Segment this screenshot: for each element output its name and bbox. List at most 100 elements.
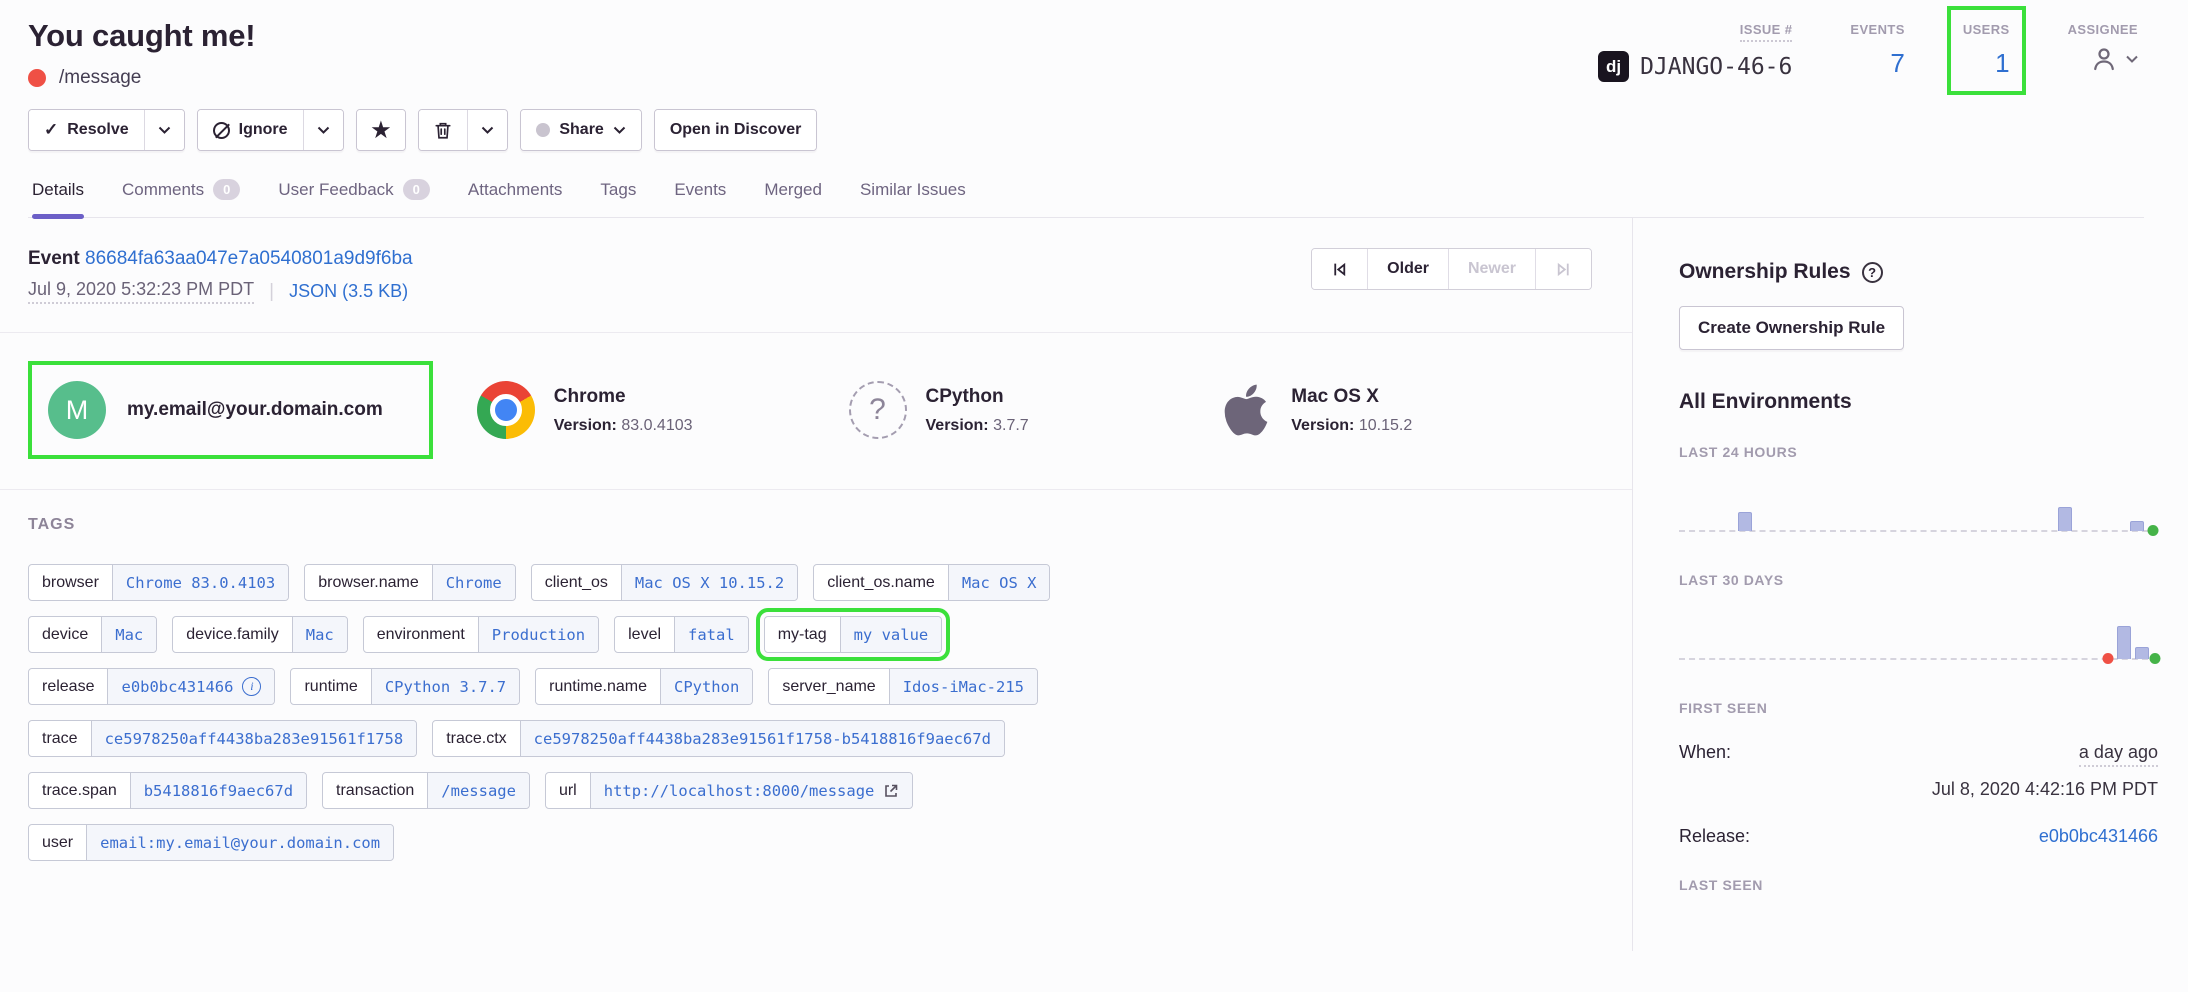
- open-in-discover-button[interactable]: Open in Discover: [655, 110, 817, 150]
- comments-count-badge: 0: [213, 179, 240, 200]
- first-seen-release-link[interactable]: e0b0bc431466: [2039, 826, 2158, 847]
- tab-merged[interactable]: Merged: [764, 179, 822, 217]
- tag-value-link[interactable]: Idos-iMac-215: [889, 669, 1037, 704]
- context-card-browser: Chrome Version: 83.0.4103: [477, 381, 849, 439]
- info-icon[interactable]: i: [242, 677, 261, 696]
- tag-value-link[interactable]: CPython: [660, 669, 752, 704]
- environments-heading: All Environments: [1679, 390, 2158, 414]
- tag-key: browser.name: [305, 565, 432, 600]
- check-icon: ✓: [44, 120, 58, 140]
- tag-value-link[interactable]: ce5978250aff4438ba283e91561f1758: [91, 721, 417, 756]
- django-project-icon: dj: [1598, 51, 1629, 82]
- external-link-icon[interactable]: [883, 783, 899, 799]
- tag-pill-device-family: device.family Mac: [172, 616, 347, 653]
- tab-similar-issues[interactable]: Similar Issues: [860, 179, 966, 217]
- last-30-days-label: LAST 30 DAYS: [1679, 572, 2158, 588]
- share-status-dot-icon: [536, 123, 550, 137]
- tag-key: release: [29, 669, 107, 704]
- tag-value-link[interactable]: email:my.email@your.domain.com: [86, 825, 393, 860]
- bookmark-button[interactable]: ★: [357, 110, 406, 150]
- tag-pill-client-os-name: client_os.name Mac OS X: [813, 564, 1050, 601]
- version-label: Version:: [554, 417, 617, 434]
- tab-events[interactable]: Events: [674, 179, 726, 217]
- version-label: Version:: [926, 417, 989, 434]
- browser-name: Chrome: [554, 386, 693, 408]
- resolve-button[interactable]: ✓ Resolve: [29, 110, 144, 150]
- tab-attachments[interactable]: Attachments: [468, 179, 563, 217]
- tag-pill-transaction: transaction /message: [322, 772, 530, 809]
- issue-tabs: Details Comments 0 User Feedback 0 Attac…: [28, 179, 2144, 218]
- resolve-dropdown-button[interactable]: [144, 110, 184, 150]
- tag-key: url: [546, 773, 590, 808]
- version-label: Version:: [1291, 417, 1354, 434]
- event-json-link[interactable]: JSON (3.5 KB): [289, 281, 408, 302]
- tag-value-link[interactable]: Mac: [101, 617, 156, 652]
- ignore-button[interactable]: Ignore: [198, 110, 303, 150]
- share-button[interactable]: Share: [521, 110, 640, 150]
- first-seen-absolute-time: Jul 8, 2020 4:42:16 PM PDT: [1679, 779, 2158, 800]
- tag-value-link[interactable]: fatal: [674, 617, 748, 652]
- stat-assignee: ASSIGNEE: [2068, 22, 2138, 74]
- tag-value-link[interactable]: CPython 3.7.7: [371, 669, 519, 704]
- unknown-runtime-icon: ?: [849, 381, 907, 439]
- tag-pill-trace: trace ce5978250aff4438ba283e91561f1758: [28, 720, 417, 757]
- tag-value-link[interactable]: e0b0bc431466 i: [107, 669, 274, 704]
- older-event-button[interactable]: Older: [1367, 249, 1448, 289]
- when-label: When:: [1679, 742, 1731, 767]
- tag-pill-runtime: runtime CPython 3.7.7: [290, 668, 520, 705]
- apple-icon: [1220, 381, 1272, 439]
- context-card-os: Mac OS X Version: 10.15.2: [1220, 381, 1592, 439]
- event-id-link[interactable]: 86684fa63aa047e7a0540801a9d9f6ba: [85, 248, 413, 269]
- stat-users: USERS 1: [1963, 22, 2010, 79]
- tab-tags[interactable]: Tags: [600, 179, 636, 217]
- tag-value-link[interactable]: Production: [478, 617, 598, 652]
- tag-value-link[interactable]: my value: [840, 617, 942, 652]
- help-icon[interactable]: ?: [1862, 262, 1883, 283]
- tag-value-link[interactable]: Chrome 83.0.4103: [112, 565, 288, 600]
- tag-key: level: [615, 617, 674, 652]
- event-label: Event: [28, 248, 80, 269]
- tag-key: server_name: [769, 669, 888, 704]
- chevron-down-icon: [481, 126, 494, 134]
- newer-event-button[interactable]: Newer: [1448, 249, 1535, 289]
- issue-title-block: You caught me! /message: [28, 18, 255, 89]
- tab-comments[interactable]: Comments 0: [122, 179, 240, 217]
- last-24-hours-label: LAST 24 HOURS: [1679, 444, 2158, 460]
- tag-pill-user: user email:my.email@your.domain.com: [28, 824, 394, 861]
- issue-number-label: ISSUE #: [1740, 22, 1793, 42]
- ownership-rules-heading: Ownership Rules: [1679, 260, 1851, 284]
- tag-value-link[interactable]: Mac OS X 10.15.2: [621, 565, 797, 600]
- oldest-event-button[interactable]: [1312, 249, 1367, 289]
- tag-value-link[interactable]: Mac: [292, 617, 347, 652]
- ignore-dropdown-button[interactable]: [303, 110, 343, 150]
- delete-dropdown-button[interactable]: [467, 110, 507, 150]
- tag-value-link[interactable]: Chrome: [432, 565, 515, 600]
- star-icon: ★: [372, 120, 391, 141]
- skip-to-latest-button[interactable]: [1535, 249, 1591, 289]
- users-count-link[interactable]: 1: [1995, 48, 2009, 79]
- events-count-link[interactable]: 7: [1890, 48, 1904, 79]
- tags-heading: TAGS: [28, 516, 1604, 534]
- person-icon: [2089, 44, 2119, 74]
- skip-to-first-icon: [1331, 261, 1348, 278]
- tag-value-link[interactable]: b5418816f9aec67d: [130, 773, 306, 808]
- create-ownership-rule-button[interactable]: Create Ownership Rule: [1679, 306, 1904, 350]
- first-seen-heading: FIRST SEEN: [1679, 700, 2158, 716]
- delete-button[interactable]: [419, 110, 467, 150]
- event-context-summary: M my.email@your.domain.com Chrome Versio…: [0, 333, 1632, 490]
- os-name: Mac OS X: [1291, 386, 1412, 408]
- tag-value-link[interactable]: Mac OS X: [948, 565, 1050, 600]
- trash-icon: [434, 121, 452, 140]
- user-email: my.email@your.domain.com: [127, 399, 383, 421]
- tab-user-feedback[interactable]: User Feedback 0: [278, 179, 430, 217]
- tag-value-link[interactable]: ce5978250aff4438ba283e91561f1758-b541881…: [520, 721, 1004, 756]
- tag-pill-release: release e0b0bc431466 i: [28, 668, 275, 705]
- tag-key: user: [29, 825, 86, 860]
- tab-details[interactable]: Details: [32, 179, 84, 217]
- assignee-dropdown[interactable]: [2089, 44, 2138, 74]
- tag-value-link[interactable]: http://localhost:8000/message: [590, 773, 913, 808]
- tag-key: client_os: [532, 565, 621, 600]
- tag-key: runtime: [291, 669, 370, 704]
- tag-value-link[interactable]: /message: [427, 773, 529, 808]
- chevron-down-icon: [613, 126, 626, 134]
